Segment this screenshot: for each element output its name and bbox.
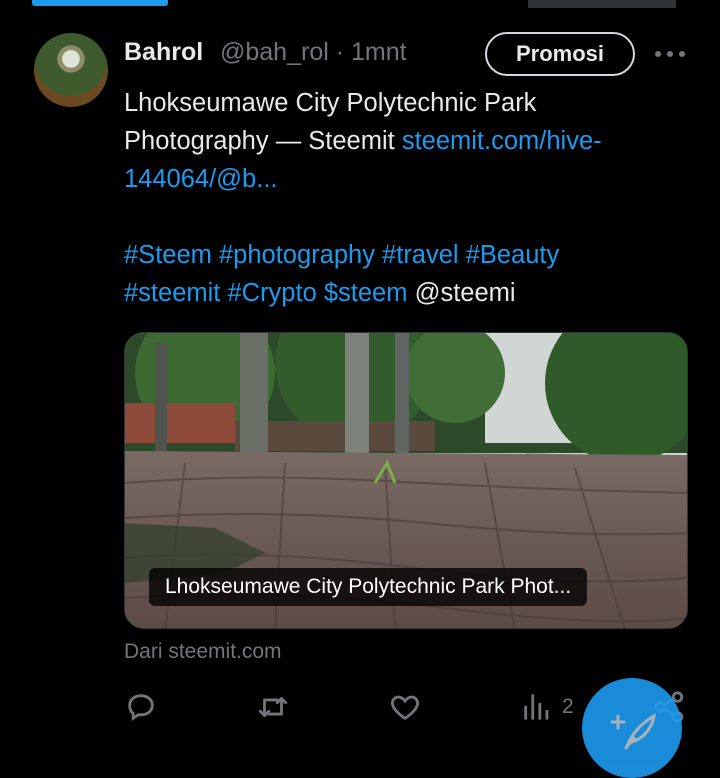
hashtag-link[interactable]: #photography <box>219 241 375 269</box>
avatar[interactable] <box>34 33 108 107</box>
hashtag-line: #Steem #photography #travel #Beauty <box>124 236 694 274</box>
like-button[interactable] <box>388 690 422 724</box>
card-caption: Lhokseumawe City Polytechnic Park Phot..… <box>149 568 588 606</box>
meta-separator: · <box>335 38 345 66</box>
tweet-text-line: 144064/@b... <box>124 160 694 198</box>
hashtag-link[interactable]: #Crypto <box>227 279 316 307</box>
tab-active-indicator <box>32 0 168 6</box>
hashtag-link[interactable]: #travel <box>382 241 459 269</box>
tweet-text-plain: Photography — Steemit <box>124 127 402 155</box>
reply-button[interactable] <box>124 690 158 724</box>
compose-feather-icon <box>610 713 657 750</box>
hashtag-link[interactable]: #Steem <box>124 241 212 269</box>
views-chart-icon <box>524 694 549 720</box>
hashtag-line: #steemit #Crypto $steem @steemi <box>124 274 694 312</box>
reply-icon <box>128 694 154 722</box>
author-handle[interactable]: @bah_rol <box>220 38 329 66</box>
card-source[interactable]: Dari steemit.com <box>124 640 282 664</box>
tab-indicator <box>528 0 676 8</box>
tweet-text-line: Lhokseumawe City Polytechnic Park <box>124 89 537 117</box>
tweet-text: Lhokseumawe City Polytechnic Park Photog… <box>124 84 694 312</box>
author-name[interactable]: Bahrol <box>124 38 203 67</box>
retweet-icon <box>258 697 288 717</box>
cashtag-link[interactable]: $steem <box>324 279 408 307</box>
top-tab-bar <box>0 0 720 8</box>
tweet-meta: @bah_rol · 1mnt <box>220 38 407 67</box>
link-card[interactable]: Lhokseumawe City Polytechnic Park Phot..… <box>124 332 688 629</box>
hashtag-link[interactable]: #Beauty <box>466 241 560 269</box>
tweet-link[interactable]: steemit.com/hive- <box>402 127 602 155</box>
tweet-link[interactable]: 144064/@b... <box>124 165 278 193</box>
more-dots-icon <box>655 51 685 57</box>
more-button[interactable] <box>650 36 690 72</box>
hashtag-link[interactable]: #steemit <box>124 279 220 307</box>
tweet-time[interactable]: 1mnt <box>351 38 407 66</box>
tweet-text-spacer <box>124 198 694 236</box>
mention-text[interactable]: @steemi <box>415 279 516 307</box>
retweet-button[interactable] <box>256 690 290 724</box>
promo-button[interactable]: Promosi <box>485 32 635 76</box>
heart-icon <box>391 695 419 721</box>
tweet-text-line: Photography — Steemit steemit.com/hive- <box>124 122 694 160</box>
views-count: 2 <box>562 695 574 718</box>
compose-button[interactable] <box>582 678 682 778</box>
views-button[interactable]: 2 <box>520 690 574 724</box>
